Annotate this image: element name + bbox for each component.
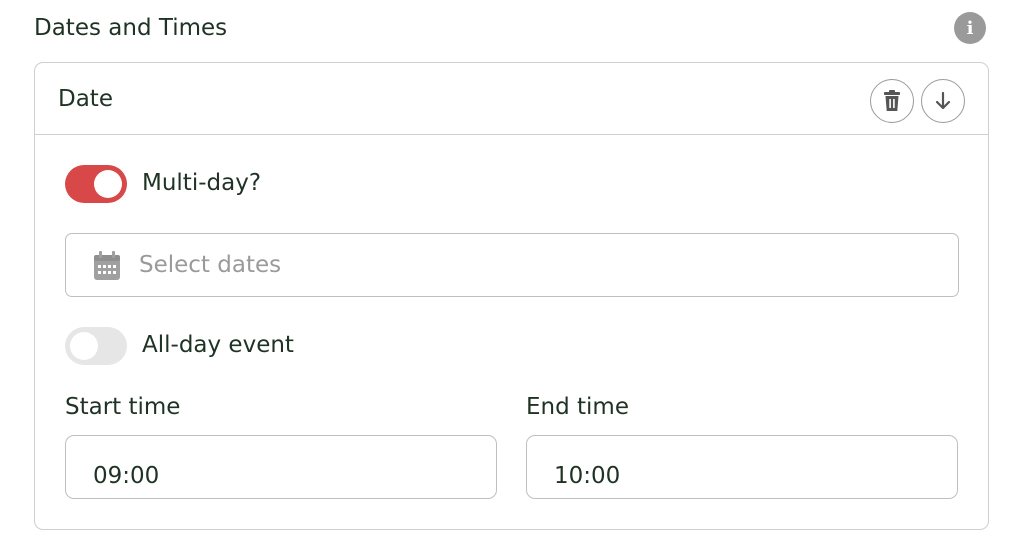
start-time-value: 09:00 xyxy=(93,463,160,489)
card-header: Date xyxy=(35,63,988,135)
end-time-value: 10:00 xyxy=(554,463,621,489)
start-time-input[interactable]: 09:00 xyxy=(65,435,497,499)
all-day-label: All-day event xyxy=(142,332,294,358)
section-title: Dates and Times xyxy=(34,15,228,41)
end-time-input[interactable]: 10:00 xyxy=(526,435,958,499)
date-range-input[interactable]: Select dates xyxy=(65,233,959,297)
delete-button[interactable] xyxy=(870,79,914,123)
toggle-knob xyxy=(94,170,122,198)
trash-icon xyxy=(884,90,900,111)
info-icon[interactable]: i xyxy=(954,12,986,44)
end-time-label: End time xyxy=(526,394,629,420)
toggle-knob xyxy=(70,332,98,360)
date-placeholder: Select dates xyxy=(139,252,282,278)
calendar-icon xyxy=(94,251,120,280)
multi-day-label: Multi-day? xyxy=(142,170,262,196)
multi-day-toggle[interactable] xyxy=(65,165,127,203)
move-down-button[interactable] xyxy=(921,79,965,123)
date-card: Date Multi-day? Select dates All-day eve… xyxy=(34,62,989,530)
all-day-toggle[interactable] xyxy=(65,327,127,365)
start-time-label: Start time xyxy=(65,394,181,420)
card-title: Date xyxy=(58,86,113,112)
arrow-down-icon xyxy=(935,91,951,110)
